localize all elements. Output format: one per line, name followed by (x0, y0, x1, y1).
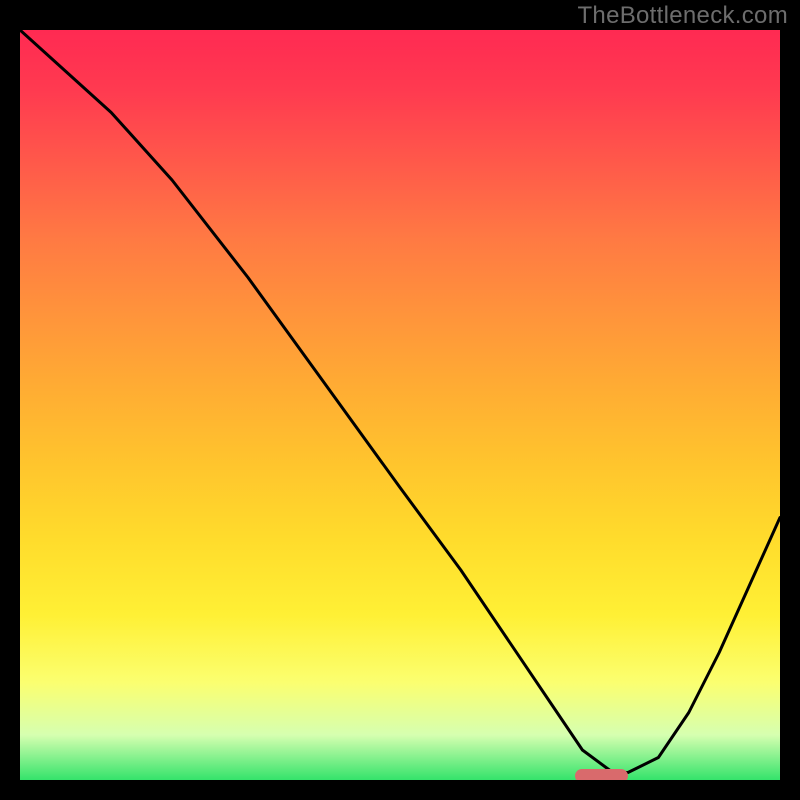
optimal-marker (575, 769, 628, 780)
chart-frame: TheBottleneck.com (0, 0, 800, 800)
curve-path (20, 30, 780, 773)
watermark-text: TheBottleneck.com (577, 2, 788, 30)
plot-area (20, 30, 780, 780)
bottleneck-curve (20, 30, 780, 780)
